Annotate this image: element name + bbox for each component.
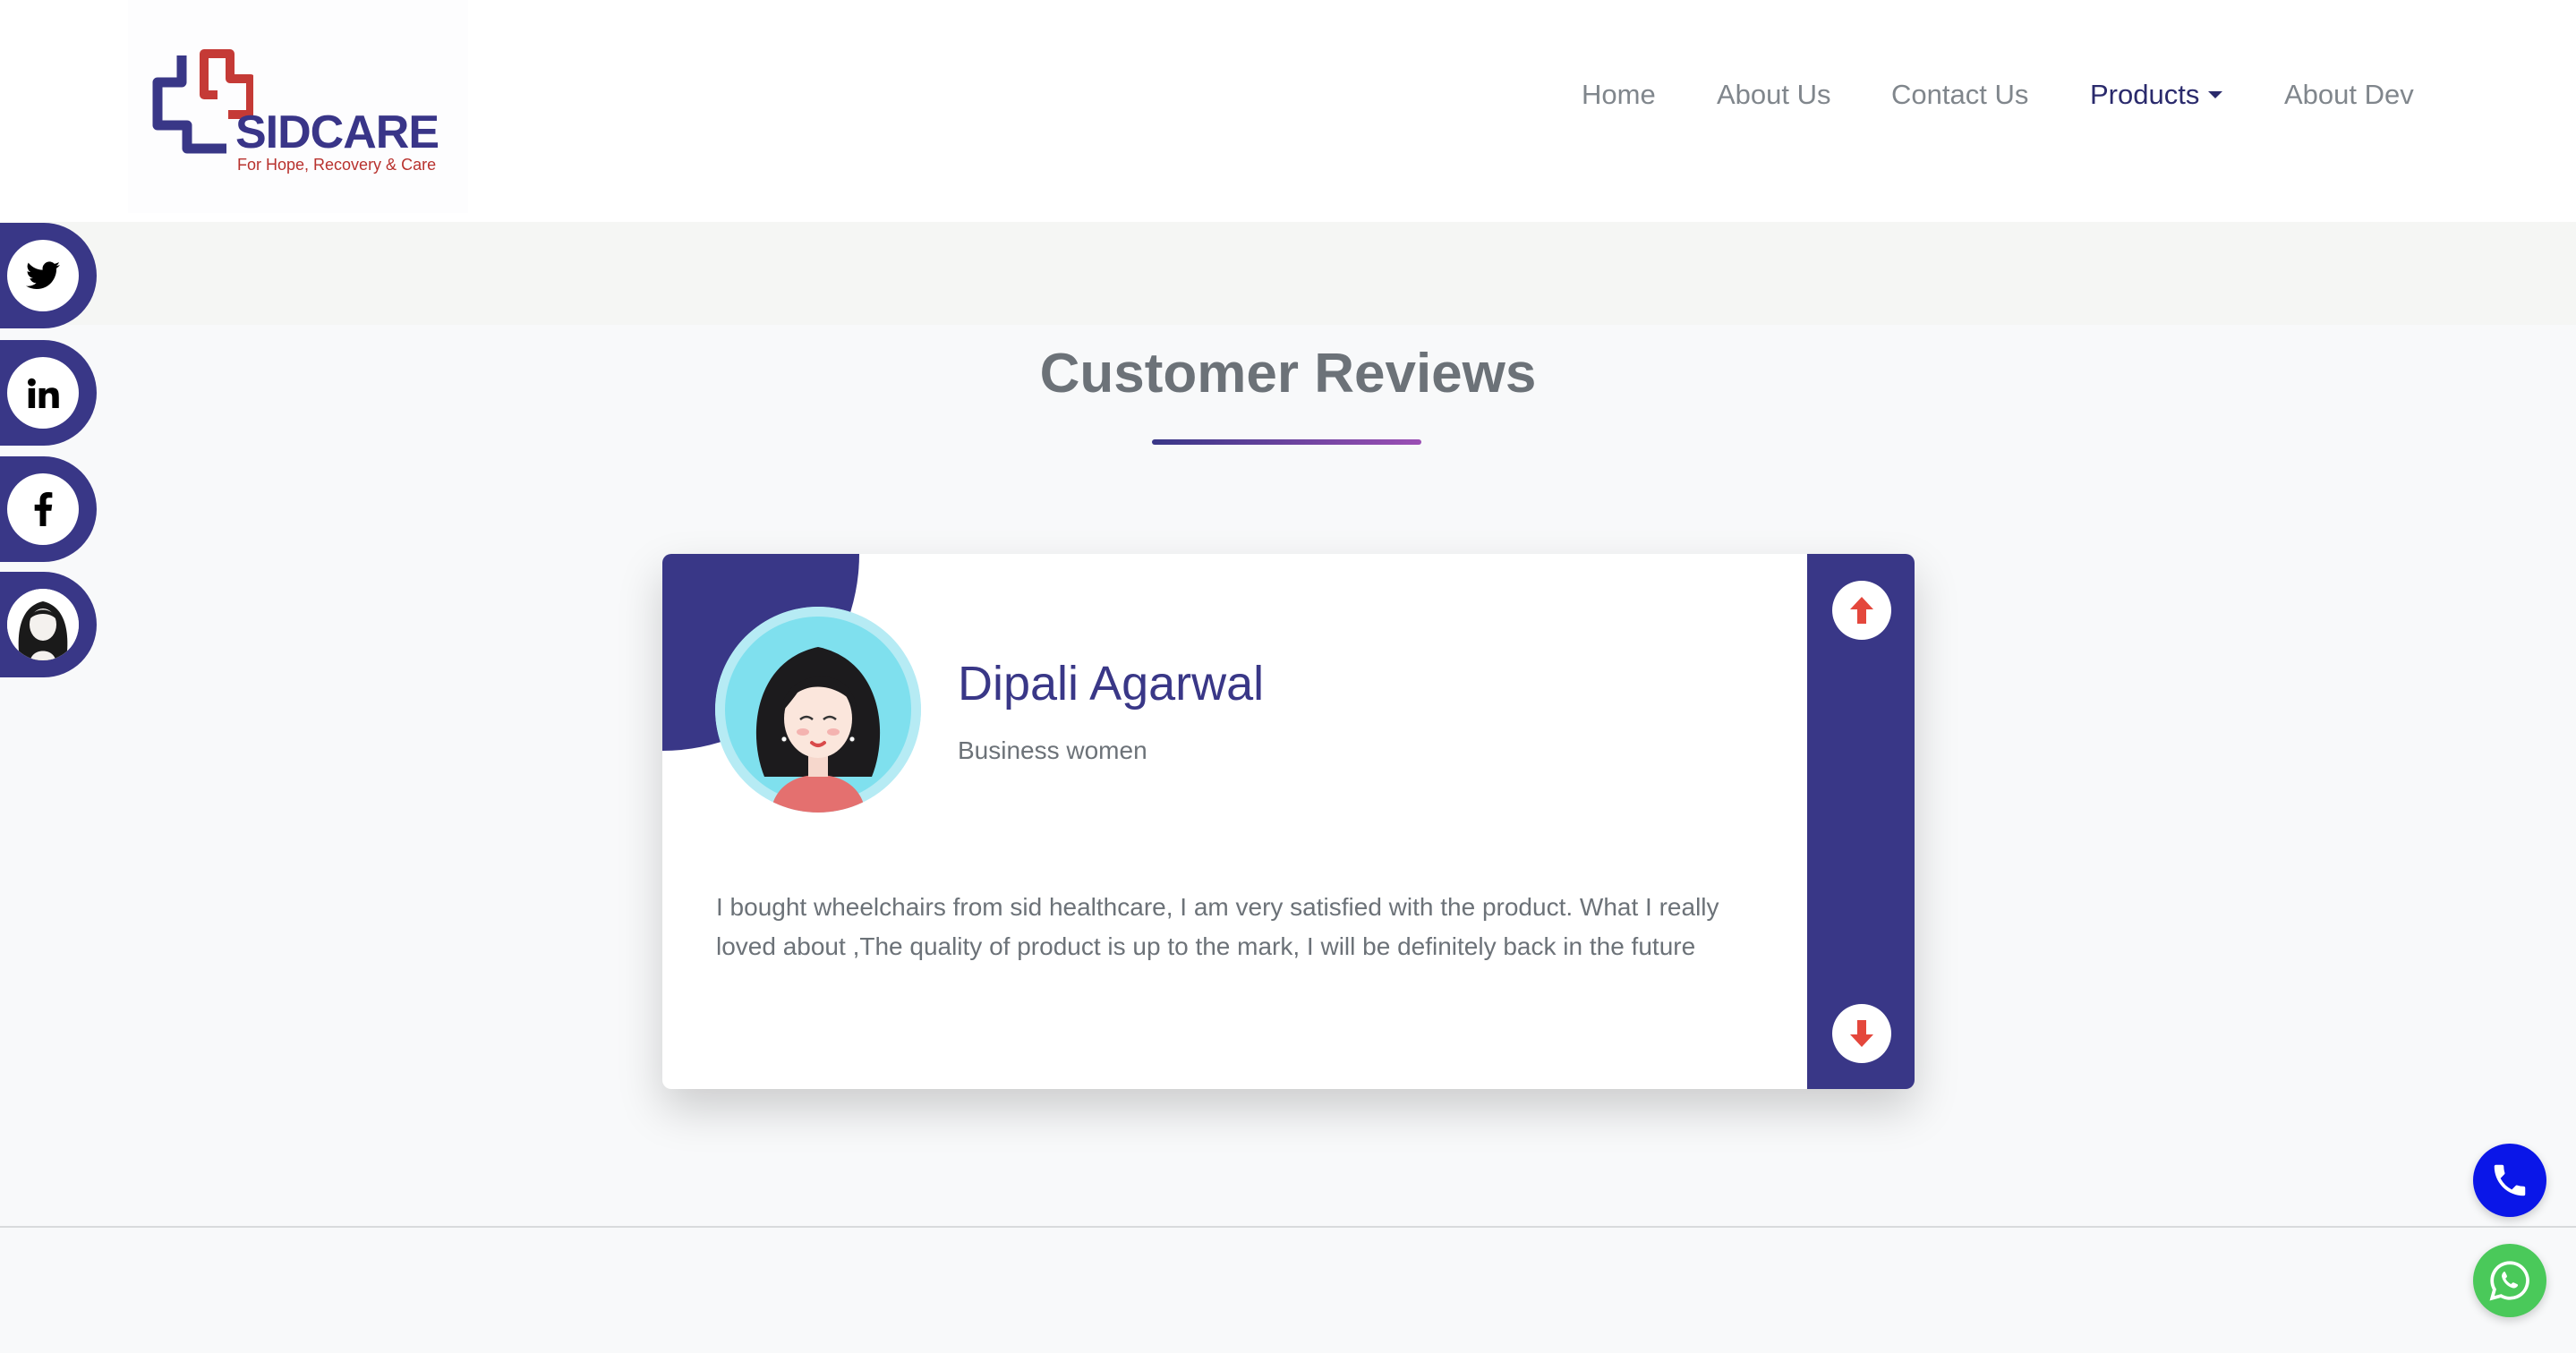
twitter-icon — [7, 240, 79, 311]
social-facebook-button[interactable] — [0, 456, 97, 562]
brand-name: SIDCARE — [235, 106, 439, 158]
logo-cross-icon — [152, 49, 253, 154]
page-banner — [0, 222, 2576, 325]
avatar-icon — [7, 589, 79, 660]
nav-contact-us[interactable]: Contact Us — [1891, 79, 2028, 123]
reviewer-name: Dipali Agarwal — [958, 657, 1265, 711]
arrow-down-icon — [1850, 1020, 1873, 1047]
site-header: SIDCARE For Hope, Recovery & Care Home A… — [0, 0, 2576, 222]
brand-tagline: For Hope, Recovery & Care — [237, 156, 437, 174]
next-review-button[interactable] — [1832, 1004, 1891, 1063]
social-profile-button[interactable] — [0, 572, 97, 677]
caret-down-icon — [2208, 91, 2223, 98]
arrow-up-icon — [1850, 597, 1873, 624]
phone-icon — [2494, 1164, 2526, 1196]
footer-divider — [0, 1226, 2576, 1228]
previous-review-button[interactable] — [1832, 581, 1891, 640]
nav-contact-us-label: Contact Us — [1891, 79, 2029, 110]
nav-home[interactable]: Home — [1582, 79, 1656, 123]
call-button[interactable] — [2473, 1144, 2546, 1217]
reviewer-role: Business women — [958, 736, 1147, 764]
whatsapp-button[interactable] — [2473, 1244, 2546, 1317]
woman-avatar-icon — [715, 607, 921, 813]
whatsapp-icon — [2489, 1261, 2529, 1301]
section-title: Customer Reviews — [1039, 343, 1537, 404]
brand-logo[interactable]: SIDCARE For Hope, Recovery & Care — [128, 0, 468, 213]
review-nav-rail — [1807, 554, 1915, 1089]
review-text: I bought wheelchairs from sid healthcare… — [716, 893, 1719, 960]
review-card: Dipali Agarwal Business women I bought w… — [662, 554, 1915, 1089]
nav-about-us[interactable]: About Us — [1717, 79, 1831, 123]
nav-about-dev[interactable]: About Dev — [2284, 79, 2414, 123]
nav-products-label: Products — [2090, 79, 2200, 110]
title-underline — [1152, 439, 1421, 445]
facebook-icon — [7, 473, 79, 545]
reviewer-avatar — [715, 607, 921, 813]
nav-products-dropdown[interactable]: Products — [2090, 79, 2223, 123]
